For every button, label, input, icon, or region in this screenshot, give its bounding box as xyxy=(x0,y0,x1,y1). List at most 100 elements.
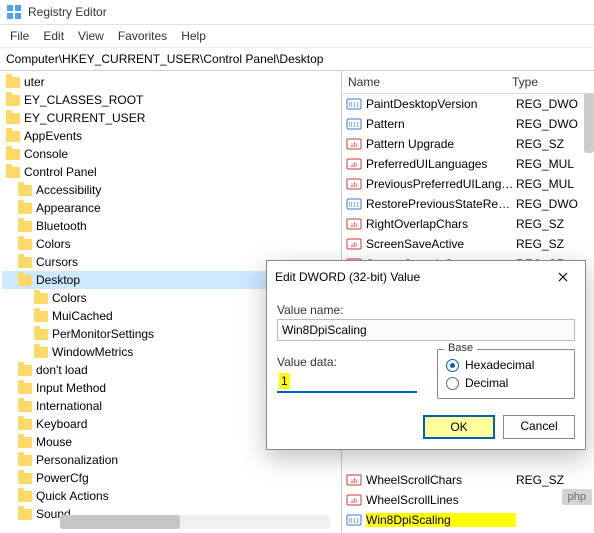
ok-button[interactable]: OK xyxy=(423,415,495,439)
menu-favorites[interactable]: Favorites xyxy=(118,29,167,43)
folder-icon xyxy=(6,113,20,124)
string-value-icon: ab xyxy=(346,216,362,232)
tree-item-label: Input Method xyxy=(36,381,106,395)
folder-icon xyxy=(18,383,32,394)
svg-text:ab: ab xyxy=(351,181,358,189)
list-row[interactable]: abRightOverlapCharsREG_SZ xyxy=(342,214,594,234)
tree-item[interactable]: EY_CURRENT_USER xyxy=(2,109,341,127)
menu-file[interactable]: File xyxy=(10,29,29,43)
folder-icon xyxy=(18,257,32,268)
tree-item[interactable]: Accessibility xyxy=(2,181,341,199)
list-row[interactable]: abScreenSaveActiveREG_SZ xyxy=(342,234,594,254)
folder-icon xyxy=(34,293,48,304)
radio-icon xyxy=(446,377,459,390)
cancel-button[interactable]: Cancel xyxy=(503,415,575,439)
list-row[interactable]: 011Win8DpiScaling xyxy=(342,510,594,530)
tree-item[interactable]: Quick Actions xyxy=(2,487,341,505)
binary-value-icon: 011 xyxy=(346,116,362,132)
folder-icon xyxy=(18,419,32,430)
tree-item[interactable]: Personalization xyxy=(2,451,341,469)
string-value-icon: ab xyxy=(346,472,362,488)
dialog-buttons: OK Cancel xyxy=(277,415,575,439)
list-row[interactable]: abWheelScrollLines xyxy=(342,490,594,510)
title-bar: Registry Editor xyxy=(0,0,594,25)
folder-icon xyxy=(18,437,32,448)
row-name: PreviousPreferredUILanguages xyxy=(366,177,516,191)
tree-item[interactable]: Console xyxy=(2,145,341,163)
list-row[interactable]: abWheelScrollCharsREG_SZ xyxy=(342,470,594,490)
tree-scrollbar-thumb[interactable] xyxy=(60,515,180,529)
tree-item-label: EY_CLASSES_ROOT xyxy=(24,93,143,107)
folder-icon xyxy=(6,77,20,88)
dialog-body: Value name: Value data: 1 Base Hexadecim… xyxy=(267,293,585,449)
radio-icon xyxy=(446,359,459,372)
folder-icon xyxy=(6,149,20,160)
tree-item-label: Keyboard xyxy=(36,417,87,431)
menu-bar: File Edit View Favorites Help xyxy=(0,25,594,48)
row-type: REG_DWO xyxy=(516,117,586,131)
folder-icon xyxy=(18,455,32,466)
tree-item[interactable]: AppEvents xyxy=(2,127,341,145)
col-header-type[interactable]: Type xyxy=(512,75,582,89)
tree-item-label: EY_CURRENT_USER xyxy=(24,111,145,125)
tree-item[interactable]: EY_CLASSES_ROOT xyxy=(2,91,341,109)
tree-item[interactable]: uter xyxy=(2,73,341,91)
address-bar[interactable]: Computer\HKEY_CURRENT_USER\Control Panel… xyxy=(0,48,594,71)
radio-hexadecimal[interactable]: Hexadecimal xyxy=(446,358,566,372)
window-title: Registry Editor xyxy=(28,5,107,19)
svg-text:ab: ab xyxy=(351,477,358,485)
menu-help[interactable]: Help xyxy=(181,29,206,43)
base-fieldset: Base Hexadecimal Decimal xyxy=(437,349,575,399)
list-row[interactable]: ab PreviousPreferredUILanguagesREG_MUL xyxy=(342,174,594,194)
svg-text:011: 011 xyxy=(349,121,360,129)
folder-icon xyxy=(34,329,48,340)
row-name: PaintDesktopVersion xyxy=(366,97,516,111)
tree-item-label: Personalization xyxy=(36,453,118,467)
folder-icon xyxy=(18,509,32,520)
row-name: Pattern Upgrade xyxy=(366,137,516,151)
string-value-icon: ab xyxy=(346,176,362,192)
close-icon[interactable] xyxy=(549,267,577,287)
tree-item[interactable]: Control Panel xyxy=(2,163,341,181)
folder-icon xyxy=(18,473,32,484)
tree-item-label: MuiCached xyxy=(52,309,113,323)
radio-hex-label: Hexadecimal xyxy=(465,358,534,372)
tree-scrollbar[interactable] xyxy=(60,515,330,529)
tree-item-label: International xyxy=(36,399,102,413)
radio-decimal[interactable]: Decimal xyxy=(446,376,566,390)
value-data-input[interactable]: 1 xyxy=(277,371,417,393)
address-text: Computer\HKEY_CURRENT_USER\Control Panel… xyxy=(6,52,323,66)
tree-item[interactable]: Appearance xyxy=(2,199,341,217)
dialog-title-bar[interactable]: Edit DWORD (32-bit) Value xyxy=(267,261,585,293)
tree-item-label: Colors xyxy=(52,291,87,305)
row-type: REG_MUL xyxy=(516,177,586,191)
menu-view[interactable]: View xyxy=(78,29,104,43)
svg-text:ab: ab xyxy=(351,141,358,149)
svg-text:ab: ab xyxy=(351,221,358,229)
list-row[interactable]: 011 PaintDesktopVersionREG_DWO xyxy=(342,94,594,114)
folder-icon xyxy=(18,239,32,250)
svg-text:ab: ab xyxy=(351,241,358,249)
folder-icon xyxy=(6,95,20,106)
tree-item[interactable]: PowerCfg xyxy=(2,469,341,487)
list-row[interactable]: abPreferredUILanguagesREG_MUL xyxy=(342,154,594,174)
folder-icon xyxy=(18,365,32,376)
list-row[interactable]: 011PatternREG_DWO xyxy=(342,114,594,134)
value-name-input[interactable] xyxy=(277,319,575,341)
tree-item-label: Mouse xyxy=(36,435,72,449)
tree-item[interactable]: Colors xyxy=(2,235,341,253)
svg-text:011: 011 xyxy=(349,101,360,109)
svg-text:ab: ab xyxy=(351,497,358,505)
list-row[interactable]: 011RestorePreviousStateRecalcBe...REG_DW… xyxy=(342,194,594,214)
edit-dword-dialog: Edit DWORD (32-bit) Value Value name: Va… xyxy=(266,260,586,450)
svg-text:011: 011 xyxy=(349,201,360,209)
tree-item-label: PerMonitorSettings xyxy=(52,327,154,341)
list-scrollbar[interactable] xyxy=(584,93,594,153)
string-value-icon: ab xyxy=(346,136,362,152)
row-type: REG_MUL xyxy=(516,157,586,171)
menu-edit[interactable]: Edit xyxy=(43,29,64,43)
list-row[interactable]: abPattern UpgradeREG_SZ xyxy=(342,134,594,154)
row-type: REG_DWO xyxy=(516,97,586,111)
col-header-name[interactable]: Name xyxy=(342,75,512,89)
tree-item[interactable]: Bluetooth xyxy=(2,217,341,235)
